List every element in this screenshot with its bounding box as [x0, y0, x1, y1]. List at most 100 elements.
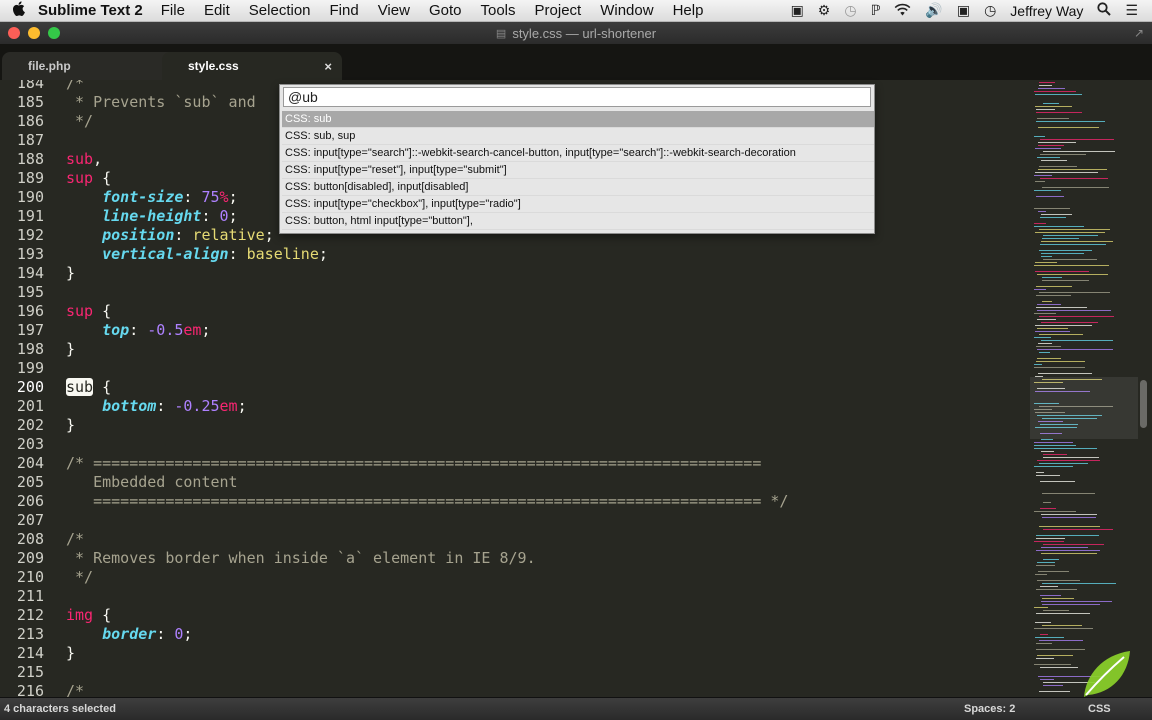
clock-icon[interactable]: ◷: [984, 2, 996, 19]
indentation-setting[interactable]: Spaces: 2: [964, 703, 1015, 715]
minimap-line: [1038, 142, 1076, 143]
line-number: 196: [16, 302, 44, 320]
code-line: /*: [66, 530, 84, 549]
zoom-window-button[interactable]: [48, 27, 60, 39]
minimap-line: [1037, 460, 1100, 461]
gear-icon[interactable]: ⚙: [818, 2, 831, 19]
punctuation: ;: [264, 226, 274, 244]
minimap-line: [1040, 679, 1054, 680]
menu-find[interactable]: Find: [330, 2, 359, 19]
apple-icon[interactable]: [0, 1, 36, 20]
minimap-line: [1036, 361, 1085, 362]
bluetooth-icon[interactable]: ℙ: [871, 2, 881, 19]
code-line: sup {: [66, 169, 111, 188]
minimap-line: [1034, 289, 1046, 290]
volume-icon[interactable]: 🔊: [925, 2, 942, 19]
goto-result-item[interactable]: CSS: sub: [282, 111, 874, 128]
menu-goto[interactable]: Goto: [429, 2, 462, 19]
minimap-line: [1039, 250, 1092, 251]
minimap-line: [1037, 358, 1061, 359]
line-number: 209: [16, 549, 44, 567]
minimize-window-button[interactable]: [28, 27, 40, 39]
code-line: /*: [66, 80, 84, 93]
line-number: 214: [16, 644, 44, 662]
close-tab-icon[interactable]: ×: [324, 59, 332, 74]
minimap-line: [1041, 553, 1097, 554]
app-name-menu[interactable]: Sublime Text 2: [36, 2, 143, 19]
wifi-icon[interactable]: [894, 3, 911, 19]
goto-result-item[interactable]: CSS: sub, sup: [282, 128, 874, 145]
gamepad-icon[interactable]: ▣: [791, 2, 804, 19]
minimap-line: [1040, 586, 1058, 587]
minimap-line: [1040, 139, 1114, 140]
line-number: 189: [16, 169, 44, 187]
goto-symbol-input[interactable]: [283, 87, 871, 107]
goto-result-item[interactable]: CSS: button, html input[type="button"],: [282, 213, 874, 230]
tab-label: style.css: [188, 59, 239, 73]
menu-selection[interactable]: Selection: [249, 2, 311, 19]
menu-help[interactable]: Help: [673, 2, 704, 19]
property: line-height: [102, 207, 202, 225]
goto-result-item[interactable]: CSS: input[type="reset"], input[type="su…: [282, 162, 874, 179]
user-name[interactable]: Jeffrey Way: [1010, 3, 1083, 19]
code-line: /* =====================================…: [66, 454, 761, 473]
minimap-line: [1040, 481, 1075, 482]
minimap-line: [1034, 190, 1061, 191]
minimap-line: [1040, 178, 1108, 179]
minimap-line: [1036, 196, 1064, 197]
close-window-button[interactable]: [8, 27, 20, 39]
vertical-scrollbar[interactable]: [1140, 380, 1147, 428]
menu-view[interactable]: View: [378, 2, 410, 19]
punctuation: :: [129, 321, 148, 339]
fullscreen-icon[interactable]: ↗: [1134, 26, 1144, 40]
display-icon[interactable]: ▣: [957, 2, 970, 19]
minimap-line: [1036, 109, 1055, 110]
minimap-line: [1041, 256, 1052, 257]
minimap-line: [1035, 181, 1045, 182]
brace: }: [66, 340, 76, 358]
goto-result-item[interactable]: CSS: button[disabled], input[disabled]: [282, 179, 874, 196]
menu-file[interactable]: File: [161, 2, 185, 19]
notification-center-icon[interactable]: ☰: [1125, 2, 1138, 19]
minimap-line: [1034, 175, 1052, 176]
tab-file-php[interactable]: file.php: [2, 52, 182, 80]
search-icon[interactable]: [1097, 2, 1112, 19]
line-number: 216: [16, 682, 44, 697]
minimap-line: [1043, 502, 1051, 503]
minimap-line: [1040, 154, 1086, 155]
menu-edit[interactable]: Edit: [204, 2, 230, 19]
line-number: 185: [16, 93, 44, 111]
minimap-line: [1043, 457, 1099, 458]
minimap-line: [1043, 259, 1097, 260]
selected-text[interactable]: sub: [66, 378, 94, 396]
minimap-line: [1039, 166, 1077, 167]
minimap-line: [1035, 106, 1072, 107]
time-machine-icon[interactable]: ◷: [844, 2, 856, 19]
goto-result-item[interactable]: CSS: input[type="search"]::-webkit-searc…: [282, 145, 874, 162]
punctuation: :: [156, 397, 175, 415]
menu-window[interactable]: Window: [600, 2, 653, 19]
minimap-line: [1037, 349, 1113, 350]
line-number: 203: [16, 435, 44, 453]
goto-result-item[interactable]: CSS: input[type="checkbox"], input[type=…: [282, 196, 874, 213]
punctuation: :: [156, 625, 175, 643]
menu-project[interactable]: Project: [535, 2, 582, 19]
tab-style-css[interactable]: style.css ×: [162, 52, 342, 80]
minimap-line: [1036, 307, 1087, 308]
macos-menubar: Sublime Text 2 File Edit Selection Find …: [0, 0, 1152, 22]
minimap-line: [1039, 463, 1088, 464]
line-number: 193: [16, 245, 44, 263]
minimap-line: [1040, 244, 1106, 245]
menu-tools[interactable]: Tools: [480, 2, 515, 19]
comment: /* =====================================…: [66, 454, 762, 472]
syntax-selector[interactable]: CSS: [1088, 703, 1111, 715]
minimap-viewport[interactable]: [1030, 377, 1138, 439]
minimap-line: [1041, 214, 1072, 215]
number: 75: [201, 188, 220, 206]
property: bottom: [102, 397, 157, 415]
minimap-line: [1038, 127, 1099, 128]
minimap-line: [1043, 559, 1059, 560]
minimap-line: [1038, 343, 1052, 344]
line-number: 190: [16, 188, 44, 206]
leaf-logo-icon: [1080, 647, 1132, 699]
